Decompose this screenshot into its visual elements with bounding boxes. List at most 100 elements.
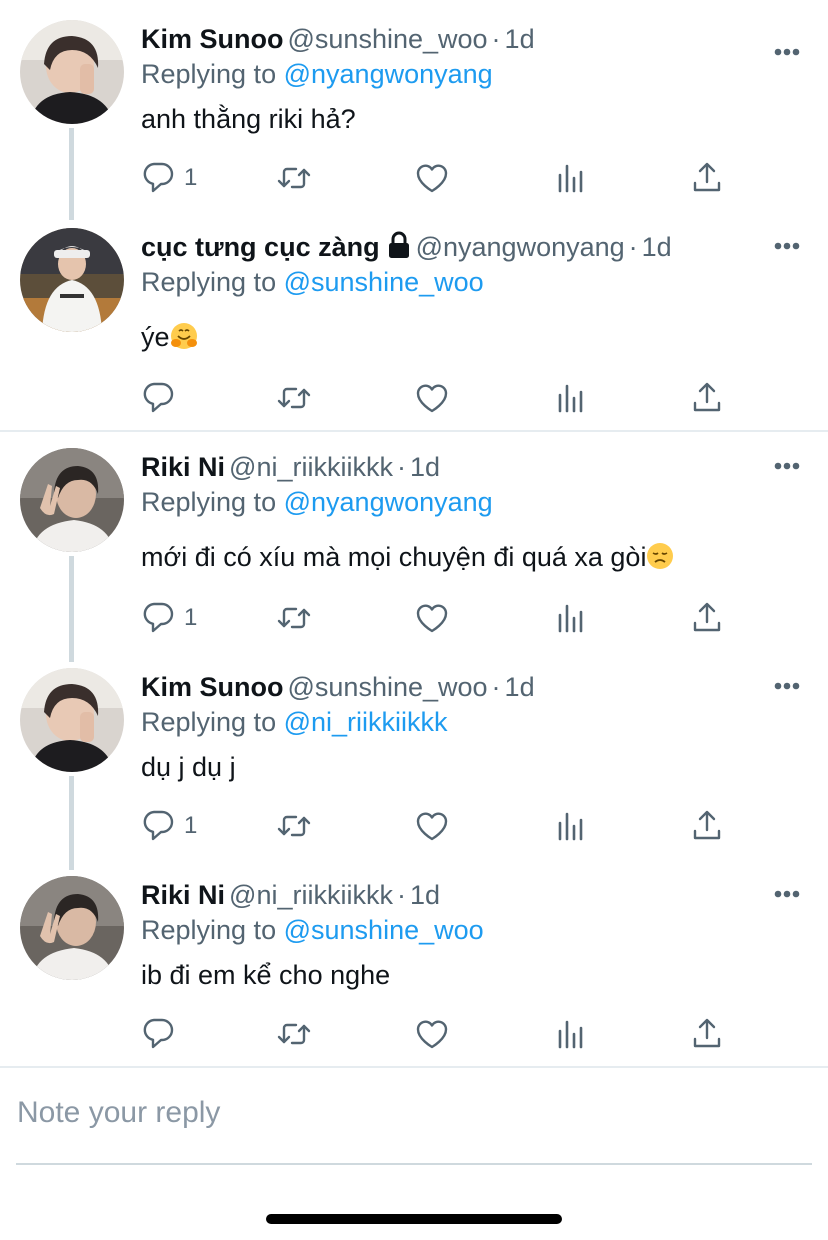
tweet-text: mới đi có xíu mà mọi chuyện đi quá xa gò…	[141, 540, 675, 574]
replying-to-label: Replying to	[141, 59, 277, 89]
replying-to: Replying to @nyangwonyang	[141, 485, 493, 519]
retweet-button[interactable]	[276, 1014, 312, 1054]
like-icon	[416, 604, 448, 633]
timestamp[interactable]: 1d	[410, 452, 440, 482]
timestamp[interactable]: 1d	[642, 232, 672, 262]
avatar[interactable]	[20, 448, 124, 552]
share-button[interactable]	[689, 158, 725, 198]
author-handle[interactable]: @ni_riikkiikkk	[229, 452, 393, 482]
like-button[interactable]	[414, 1014, 450, 1054]
tweet-text: anh thằng riki hả?	[141, 104, 356, 134]
share-icon	[693, 382, 721, 412]
author-name[interactable]: Riki Ni	[141, 880, 225, 910]
tweet[interactable]: Riki Ni @ni_riikkiikkk · 1d Replying to @su…	[0, 876, 828, 1066]
like-button[interactable]	[414, 598, 450, 638]
replying-to: Replying to @ni_riikkiikkk	[141, 705, 448, 739]
retweet-button[interactable]	[276, 806, 312, 846]
separator: ·	[396, 452, 406, 482]
reply-icon	[143, 162, 174, 193]
tweet-text-content: ýe	[141, 322, 170, 352]
more-icon[interactable]	[774, 462, 800, 470]
action-bar	[140, 378, 740, 418]
analytics-button[interactable]	[552, 1014, 588, 1054]
home-indicator[interactable]	[266, 1214, 562, 1224]
retweet-button[interactable]	[276, 378, 312, 418]
timestamp[interactable]: 1d	[505, 24, 535, 54]
hugging-face-emoji	[169, 322, 198, 350]
share-button[interactable]	[689, 378, 725, 418]
lock-icon	[387, 231, 411, 259]
tweet-text: dụ j dụ j	[141, 752, 236, 782]
author-handle[interactable]: @sunshine_woo	[288, 672, 488, 702]
mention-link[interactable]: @sunshine_woo	[284, 267, 484, 297]
reply-button[interactable]: 1	[140, 598, 197, 638]
like-icon	[416, 812, 448, 841]
analytics-button[interactable]	[552, 806, 588, 846]
more-icon[interactable]	[774, 48, 800, 56]
avatar[interactable]	[20, 876, 124, 980]
tweet-text: ib đi em kể cho nghe	[141, 960, 391, 990]
replying-to-label: Replying to	[141, 267, 277, 297]
analytics-icon	[558, 812, 583, 841]
reply-compose-input[interactable]: Note your reply	[17, 1096, 220, 1130]
like-button[interactable]	[414, 806, 450, 846]
analytics-icon	[558, 604, 583, 633]
retweet-button[interactable]	[276, 158, 312, 198]
share-button[interactable]	[689, 1014, 725, 1054]
author-handle[interactable]: @ni_riikkiikkk	[229, 880, 393, 910]
timestamp[interactable]: 1d	[505, 672, 535, 702]
retweet-icon	[277, 1023, 311, 1045]
analytics-icon	[558, 1020, 583, 1049]
avatar[interactable]	[20, 20, 124, 124]
like-button[interactable]	[414, 158, 450, 198]
like-button[interactable]	[414, 378, 450, 418]
author-name[interactable]: Kim Sunoo	[141, 24, 284, 54]
mention-link[interactable]: @sunshine_woo	[284, 915, 484, 945]
tweet[interactable]: Kim Sunoo @sunshine_woo · 1d Replying to @n…	[0, 20, 828, 210]
avatar[interactable]	[20, 668, 124, 772]
mention-link[interactable]: @nyangwonyang	[284, 487, 493, 517]
separator: ·	[396, 880, 406, 910]
divider	[0, 1066, 828, 1068]
share-button[interactable]	[689, 806, 725, 846]
tweet[interactable]: cục tưng cục zàng @nyangwonyang · 1d Replyi…	[0, 228, 828, 428]
disappointed-face-emoji	[646, 542, 675, 570]
compose-underline	[16, 1163, 812, 1165]
replying-to-label: Replying to	[141, 915, 277, 945]
separator: ·	[491, 672, 501, 702]
reply-button[interactable]	[140, 378, 184, 418]
author-handle[interactable]: @sunshine_woo	[288, 24, 488, 54]
tweet-text-content: mới đi có xíu mà mọi chuyện đi quá xa gò…	[141, 542, 647, 572]
timestamp[interactable]: 1d	[410, 880, 440, 910]
replying-to-label: Replying to	[141, 487, 277, 517]
author-name[interactable]: Riki Ni	[141, 452, 225, 482]
like-icon	[416, 384, 448, 413]
share-button[interactable]	[689, 598, 725, 638]
mention-link[interactable]: @ni_riikkiikkk	[284, 707, 448, 737]
action-bar	[140, 1014, 740, 1054]
separator: ·	[491, 24, 501, 54]
more-icon[interactable]	[774, 890, 800, 898]
analytics-button[interactable]	[552, 378, 588, 418]
reply-button[interactable]: 1	[140, 806, 197, 846]
action-bar: 1	[140, 598, 740, 638]
separator: ·	[628, 232, 638, 262]
reply-button[interactable]: 1	[140, 158, 197, 198]
share-icon	[693, 162, 721, 192]
author-name[interactable]: Kim Sunoo	[141, 672, 284, 702]
reply-icon	[143, 382, 174, 413]
author-handle[interactable]: @nyangwonyang	[416, 232, 625, 262]
reply-button[interactable]	[140, 1014, 184, 1054]
author-name[interactable]: cục tưng cục zàng	[141, 232, 380, 262]
more-icon[interactable]	[774, 242, 800, 250]
share-icon	[693, 810, 721, 840]
avatar[interactable]	[20, 228, 124, 332]
retweet-button[interactable]	[276, 598, 312, 638]
analytics-button[interactable]	[552, 158, 588, 198]
tweet[interactable]: Kim Sunoo @sunshine_woo · 1d Replying to @n…	[0, 668, 828, 858]
tweet[interactable]: Riki Ni @ni_riikkiikkk · 1d Replying to @ny…	[0, 448, 828, 648]
mention-link[interactable]: @nyangwonyang	[284, 59, 493, 89]
retweet-icon	[277, 815, 311, 837]
analytics-button[interactable]	[552, 598, 588, 638]
more-icon[interactable]	[774, 682, 800, 690]
